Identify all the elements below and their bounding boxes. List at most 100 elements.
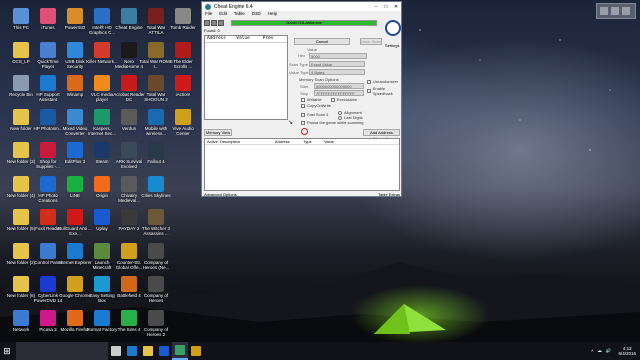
app-icon xyxy=(94,209,110,225)
taskbar-app-chrome[interactable] xyxy=(188,342,204,360)
app-icon xyxy=(94,175,110,192)
app-icon xyxy=(121,108,137,125)
first-scan-button[interactable]: Cancel xyxy=(294,38,350,45)
open-process-icon[interactable] xyxy=(204,20,210,26)
scan-type-select[interactable]: Exact Value xyxy=(309,61,365,67)
speedhack-checkbox[interactable]: Enable Speedhack xyxy=(367,86,401,96)
app-icon xyxy=(40,276,56,292)
advanced-options-link[interactable]: Advanced Options xyxy=(204,192,237,197)
col-type[interactable]: Type xyxy=(301,139,322,144)
app-icon xyxy=(94,75,110,91)
app-icon xyxy=(40,108,56,125)
corner-widget[interactable] xyxy=(596,3,636,19)
app-icon xyxy=(121,276,137,292)
app-icon xyxy=(13,276,29,292)
app-icon xyxy=(13,142,29,158)
memory-view-button[interactable]: Memory View xyxy=(204,129,232,136)
app-icon xyxy=(13,108,29,125)
tray-overflow-icon[interactable]: ^ xyxy=(591,349,593,354)
app-icon xyxy=(40,142,56,158)
maximize-button[interactable]: □ xyxy=(381,4,391,10)
menu-help[interactable]: Help xyxy=(268,11,277,18)
app-icon xyxy=(94,108,110,125)
save-icon[interactable] xyxy=(218,20,224,26)
writable-checkbox[interactable]: Writable xyxy=(301,97,322,102)
memory-scan-options-label: Memory Scan Options xyxy=(299,77,339,82)
start-button[interactable]: ⊞ xyxy=(0,342,14,360)
app-icon xyxy=(94,309,110,326)
cheat-engine-icon xyxy=(175,345,185,355)
volume-icon[interactable]: 🔊 xyxy=(606,348,612,354)
pointer-arrow-icon[interactable]: ↘ xyxy=(288,119,293,126)
col-active[interactable]: Active xyxy=(205,139,218,144)
minimize-button[interactable]: – xyxy=(371,4,381,10)
speedhack-label: Enable Speedhack xyxy=(372,86,393,96)
col-description[interactable]: Description xyxy=(218,139,273,144)
app-icon xyxy=(13,41,29,58)
window-footer: Advanced Options Table Extras xyxy=(204,192,400,197)
app-icon xyxy=(40,41,56,58)
app-icon xyxy=(13,309,29,326)
value-input[interactable]: 5000 xyxy=(309,53,367,59)
taskbar-app-cheat-engine[interactable] xyxy=(172,342,188,360)
task-view-icon xyxy=(111,346,121,356)
pause-game-checkbox[interactable]: Pause the game while scanning xyxy=(301,120,363,125)
start-address-input[interactable]: 0000000000000000 xyxy=(314,83,364,89)
col-table-address[interactable]: Address xyxy=(273,139,301,144)
edge-icon xyxy=(127,346,137,356)
stop-icon[interactable] xyxy=(301,128,308,135)
executable-checkbox[interactable]: Executable xyxy=(331,97,357,102)
taskbar-app-task-view[interactable] xyxy=(108,342,124,360)
app-icon xyxy=(40,75,56,91)
desktop-icon-label: Company of Heroes 2 xyxy=(143,326,169,337)
app-icon xyxy=(13,242,29,259)
app-icon xyxy=(67,41,83,58)
fast-scan-checkbox[interactable]: Fast Scan 4 xyxy=(301,112,328,117)
app-icon xyxy=(67,142,83,158)
window-titlebar[interactable]: Cheat Engine 6.4 – □ ✕ xyxy=(202,2,401,11)
value-type-select[interactable]: 4 Bytes xyxy=(309,69,365,75)
app-icon xyxy=(67,309,83,326)
pause-game-label: Pause the game while scanning xyxy=(307,120,364,125)
app-icon xyxy=(175,108,191,125)
app-icon xyxy=(121,142,137,158)
stop-address-input[interactable]: 7FFFFFFFFFFFFFFF xyxy=(314,90,364,96)
app-icon xyxy=(148,309,164,326)
menu-edit[interactable]: Edit xyxy=(219,11,227,18)
close-button[interactable]: ✕ xyxy=(391,4,401,10)
taskbar-app-edge[interactable] xyxy=(124,342,140,360)
copy-on-write-checkbox[interactable]: CopyOnWrite xyxy=(301,103,331,108)
settings-logo-icon[interactable] xyxy=(385,20,401,36)
stop-label: Stop xyxy=(300,91,309,96)
unrandomizer-checkbox[interactable]: Unrandomizer xyxy=(367,79,398,84)
system-tray: ^ ☁ 🔊 4:12 6/4/2016 xyxy=(591,346,640,356)
app-icon xyxy=(148,276,164,292)
menu-table[interactable]: Table xyxy=(234,11,245,18)
taskbar-app-store[interactable] xyxy=(156,342,172,360)
clock[interactable]: 4:12 6/4/2016 xyxy=(618,346,636,356)
app-icon xyxy=(40,8,56,24)
desktop-icon-label: Company of Heroes (Ne... xyxy=(142,259,170,270)
table-extras-link[interactable]: Table Extras xyxy=(378,192,400,197)
clock-date: 6/4/2016 xyxy=(618,351,636,356)
taskbar-app-file-explorer[interactable] xyxy=(140,342,156,360)
app-icon xyxy=(67,75,83,91)
desktop-icon-label: Tomb Raider xyxy=(170,25,196,30)
onedrive-icon[interactable]: ☁ xyxy=(597,348,602,354)
writable-label: Writable xyxy=(307,97,322,102)
app-icon xyxy=(94,242,110,259)
search-box[interactable] xyxy=(16,342,108,360)
col-table-value[interactable]: Value xyxy=(322,139,352,144)
col-prev[interactable]: Prev xyxy=(261,36,287,42)
col-value[interactable]: Value xyxy=(234,36,260,42)
desktop-icon-label: The Witcher 3 Assassins ... xyxy=(141,226,170,236)
address-list[interactable]: Address Value Prev xyxy=(204,35,288,120)
menu-d3d[interactable]: D3D xyxy=(252,11,261,18)
add-address-manually-button[interactable]: Add Address Manually xyxy=(363,129,400,141)
cheat-table[interactable]: Active Description Address Type Value xyxy=(204,138,400,191)
menu-file[interactable]: File xyxy=(205,11,212,18)
col-address[interactable]: Address xyxy=(205,36,234,42)
open-file-icon[interactable] xyxy=(211,20,217,26)
undo-scan-button[interactable]: Undo Scan xyxy=(360,38,382,45)
app-icon xyxy=(148,175,164,192)
